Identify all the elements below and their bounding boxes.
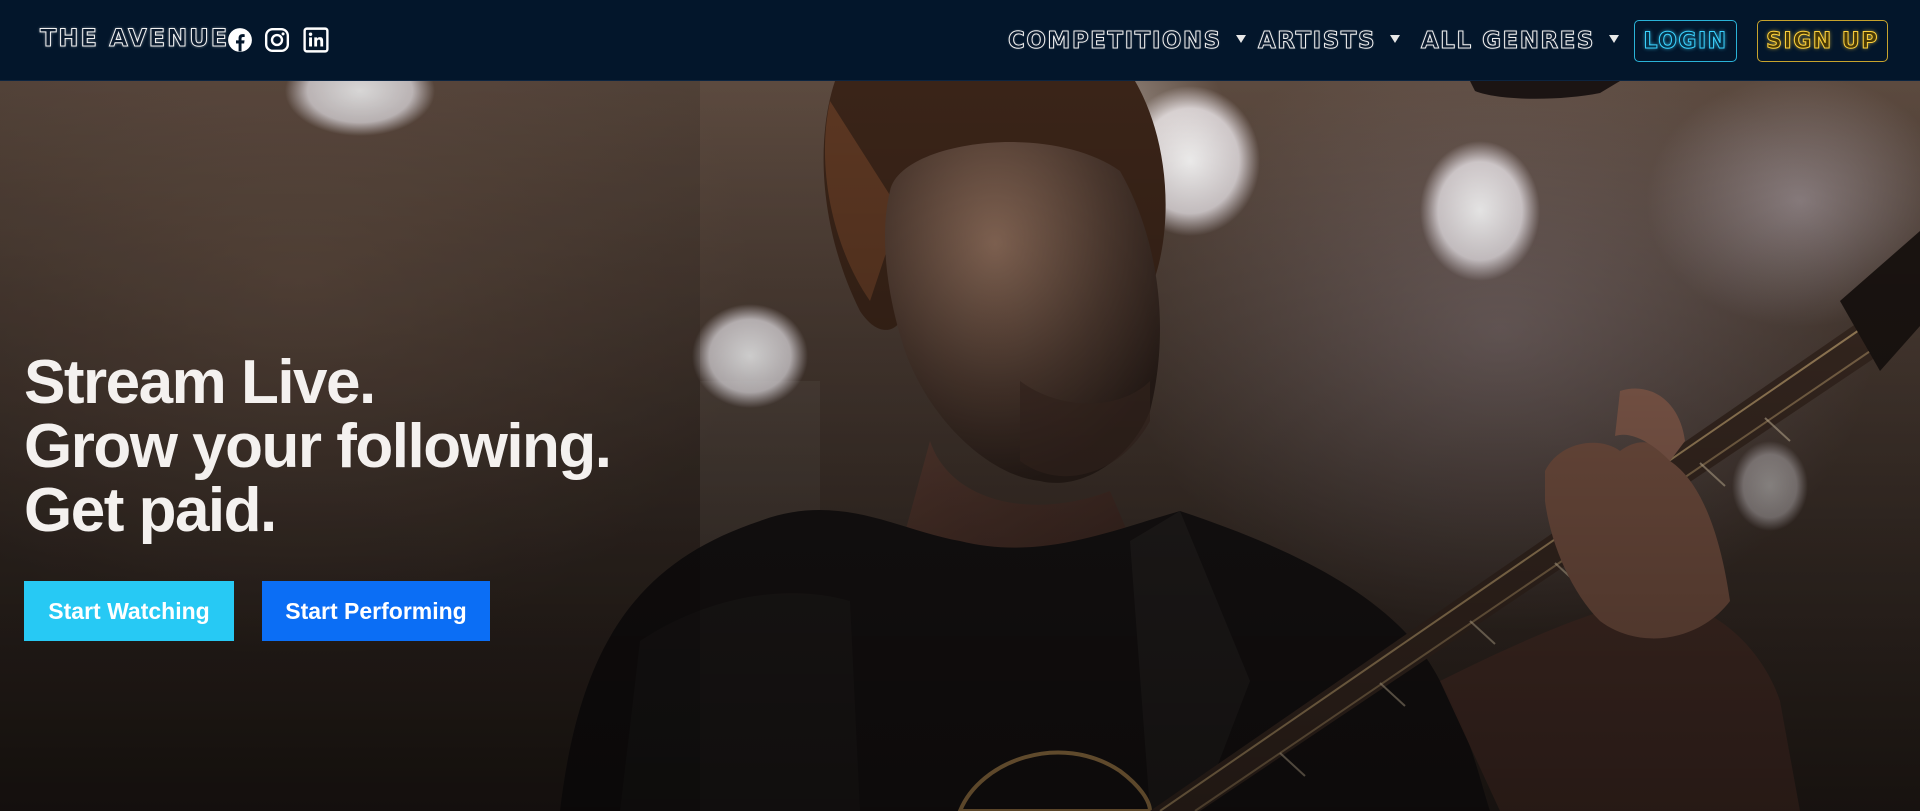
nav-artists[interactable]: ARTISTS [1257, 28, 1401, 55]
headline-line-2: Grow your following. [24, 412, 612, 481]
brand-logo[interactable]: THE AVENUE [39, 24, 229, 53]
nav-all-genres-label: ALL GENRES [1421, 28, 1595, 55]
landing-page: THE AVENUE COMPETITIONS ARTISTS ALL GENR… [0, 0, 1920, 811]
login-button[interactable]: LOGIN [1634, 20, 1737, 62]
nav-artists-label: ARTISTS [1257, 28, 1377, 55]
facebook-icon[interactable] [227, 27, 253, 53]
chevron-down-icon [1608, 35, 1619, 43]
nav-competitions-label: COMPETITIONS [1008, 28, 1222, 55]
start-watching-button[interactable]: Start Watching [24, 581, 234, 641]
start-performing-button[interactable]: Start Performing [262, 581, 490, 641]
instagram-icon[interactable] [264, 27, 290, 53]
linkedin-icon[interactable] [303, 27, 329, 53]
signup-button[interactable]: SIGN UP [1757, 20, 1888, 62]
chevron-down-icon [1390, 35, 1401, 43]
top-navbar: THE AVENUE COMPETITIONS ARTISTS ALL GENR… [0, 0, 1920, 81]
headline-line-3: Get paid. [24, 476, 277, 545]
headline-line-1: Stream Live. [24, 348, 376, 417]
hero-headline: Stream Live. Grow your following. Get pa… [24, 348, 612, 545]
hero-section: Stream Live. Grow your following. Get pa… [0, 81, 1920, 811]
chevron-down-icon [1235, 35, 1246, 43]
nav-competitions[interactable]: COMPETITIONS [1008, 28, 1246, 55]
nav-all-genres[interactable]: ALL GENRES [1421, 28, 1619, 55]
